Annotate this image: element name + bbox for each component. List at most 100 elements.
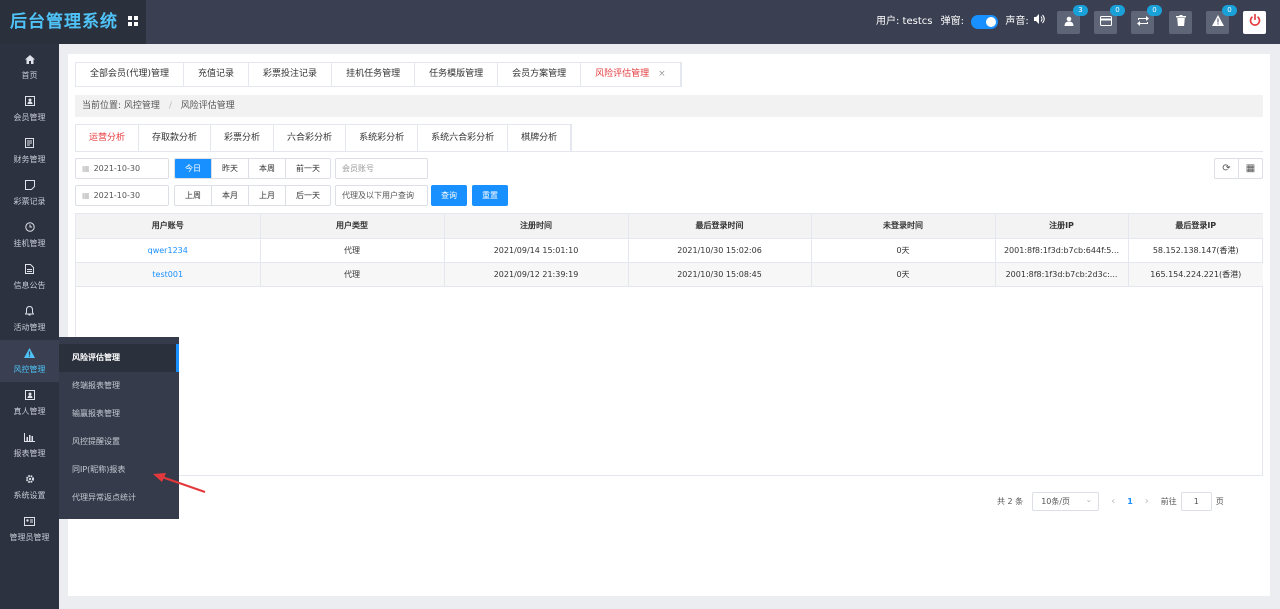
analysis-tabs: 运营分析 存取款分析 彩票分析 六合彩分析 系统彩分析 系统六合彩分析 棋牌分析 [75,124,573,151]
start-date-input[interactable]: ▦ 2021-10-30 [75,158,169,179]
subtab-mark-six[interactable]: 六合彩分析 [274,125,347,151]
sidebar-item-reports[interactable]: 报表管理 [0,424,59,466]
member-account-input[interactable]: 会员账号 [335,158,428,179]
range-prev-day-button[interactable]: 前一天 [286,159,330,178]
sidebar-item-home[interactable]: 首页 [0,46,59,88]
goto-label: 前往 [1160,496,1177,506]
prev-page-icon[interactable]: ‹ [1111,496,1115,507]
query-button[interactable]: 查询 [431,185,467,206]
trash-icon[interactable] [1169,11,1192,34]
reset-button[interactable]: 重置 [472,185,508,206]
breadcrumb-prefix: 当前位置: [82,101,122,111]
breadcrumb: 当前位置: 风控管理 / 风险评估管理 [75,95,1263,117]
column-header[interactable]: 最后登录IP [1128,214,1263,239]
sidebar-item-label: 真人管理 [13,407,46,416]
submenu-terminal-report[interactable]: 终端报表管理 [59,372,179,400]
column-grid-icon[interactable]: ▦ [1239,159,1262,178]
tab-all-members[interactable]: 全部会员(代理)管理 [76,63,185,86]
table-cell: 代理 [260,262,445,287]
user-account-link[interactable]: qwer1234 [76,238,261,263]
range-this-month-button[interactable]: 本月 [212,186,249,205]
refresh-icon[interactable]: ⟳ [1215,159,1239,178]
sidebar-item-hangup[interactable]: 挂机管理 [0,214,59,256]
goto-page-input[interactable]: 1 [1180,491,1212,511]
range-yesterday-button[interactable]: 昨天 [212,159,249,178]
tab-risk-assessment[interactable]: 风险评估管理 × [581,63,681,86]
tab-task-templates[interactable]: 任务模版管理 [415,63,499,86]
table-cell: 2001:8f8:1f3d:b7cb:2d3c:... [995,262,1129,287]
sidebar-item-finance[interactable]: 财务管理 [0,130,59,172]
sidebar-item-label: 会员管理 [13,113,46,122]
sidebar-item-live[interactable]: 真人管理 [0,382,59,424]
end-date-input[interactable]: ▦ 2021-10-30 [75,185,169,206]
sidebar-item-activity[interactable]: 活动管理 [0,298,59,340]
column-header[interactable]: 用户类型 [260,214,445,239]
warning-icon [0,348,59,364]
subtab-operations[interactable]: 运营分析 [76,125,140,151]
sidebar-item-notice[interactable]: 信息公告 [0,256,59,298]
chart-icon [0,432,59,448]
sidebar-item-label: 活动管理 [13,323,46,332]
transfer-icon[interactable]: 0 [1131,5,1162,34]
table-cell: 58.152.138.147(香港) [1128,238,1263,263]
sidebar-item-label: 财务管理 [13,155,46,164]
range-last-month-button[interactable]: 上月 [249,186,286,205]
tab-hangup-tasks[interactable]: 挂机任务管理 [332,63,416,86]
user-status-area: 用户: testcs 弹窗: 声音: [876,0,1045,44]
range-next-day-button[interactable]: 后一天 [286,186,330,205]
column-header[interactable]: 最后登录时间 [628,214,812,239]
breadcrumb-level1[interactable]: 风控管理 [124,101,160,111]
column-header[interactable]: 注册IP [995,214,1129,239]
sidebar-item-label: 首页 [21,71,38,80]
speaker-icon[interactable] [1033,0,1045,44]
tab-lottery-bets[interactable]: 彩票投注记录 [249,63,333,86]
subtab-system-mark-six[interactable]: 系统六合彩分析 [418,125,509,151]
sidebar-item-lottery[interactable]: 彩票记录 [0,172,59,214]
submenu-risk-alert-settings[interactable]: 风控提醒设置 [59,428,179,456]
column-header[interactable]: 用户账号 [76,214,261,239]
tab-recharge-records[interactable]: 充值记录 [184,63,250,86]
column-header[interactable]: 未登录时间 [811,214,996,239]
sidebar: 首页 会员管理 财务管理 彩票记录 挂机管理 信息公告 活动管理 风控管理 真人… [0,44,59,609]
range-last-week-button[interactable]: 上周 [175,186,212,205]
submenu-risk-assessment[interactable]: 风险评估管理 [59,344,179,372]
subtab-system-lottery[interactable]: 系统彩分析 [346,125,419,151]
subtab-lottery[interactable]: 彩票分析 [211,125,275,151]
table-row[interactable]: test001 代理 2021/09/12 21:39:19 2021/10/3… [76,262,1263,287]
next-page-icon[interactable]: › [1145,496,1149,507]
sidebar-item-settings[interactable]: 系统设置 [0,466,59,508]
tab-label: 风险评估管理 [595,69,650,79]
user-table: 用户账号 用户类型 注册时间 最后登录时间 未登录时间 注册IP 最后登录IP … [75,213,1263,476]
table-tools: ⟳ ▦ [1214,158,1263,179]
menu-toggle-icon[interactable] [128,16,139,27]
subtab-chess-cards[interactable]: 棋牌分析 [508,125,572,151]
popup-toggle[interactable] [971,15,999,29]
submenu-winloss-report[interactable]: 输赢报表管理 [59,400,179,428]
page-size-select[interactable]: 10条/页 [1032,491,1100,511]
column-header[interactable]: 注册时间 [444,214,629,239]
table-row[interactable]: qwer1234 代理 2021/09/14 15:01:10 2021/10/… [76,238,1263,263]
sidebar-item-risk-control[interactable]: 风控管理 [0,340,59,382]
range-today-button[interactable]: 今日 [175,159,212,178]
close-icon[interactable]: × [658,69,666,79]
sidebar-item-admin[interactable]: 管理员管理 [0,508,59,550]
agent-query-checkbox[interactable]: 代理及以下用户查询 [335,185,428,206]
card-icon[interactable]: 0 [1094,5,1125,34]
range-this-week-button[interactable]: 本周 [249,159,286,178]
sidebar-item-label: 风控管理 [13,365,46,374]
total-count: 共 2 条 [997,496,1024,506]
tab-member-plans[interactable]: 会员方案管理 [498,63,582,86]
warning-icon[interactable]: 0 [1206,5,1237,34]
sidebar-item-members[interactable]: 会员管理 [0,88,59,130]
start-date-value: 2021-10-30 [93,164,141,173]
current-user-label: 用户: testcs [876,16,933,27]
table-cell: 165.154.224.221(香港) [1128,262,1263,287]
user-badge: 3 [1073,5,1088,16]
logout-power-button[interactable] [1243,11,1266,34]
warning-badge: 0 [1222,5,1237,16]
subtab-deposit-withdraw[interactable]: 存取款分析 [139,125,212,151]
user-icon[interactable]: 3 [1057,5,1088,34]
lottery-icon [0,180,59,196]
page-number-current[interactable]: 1 [1127,497,1133,506]
user-account-link[interactable]: test001 [76,262,261,287]
